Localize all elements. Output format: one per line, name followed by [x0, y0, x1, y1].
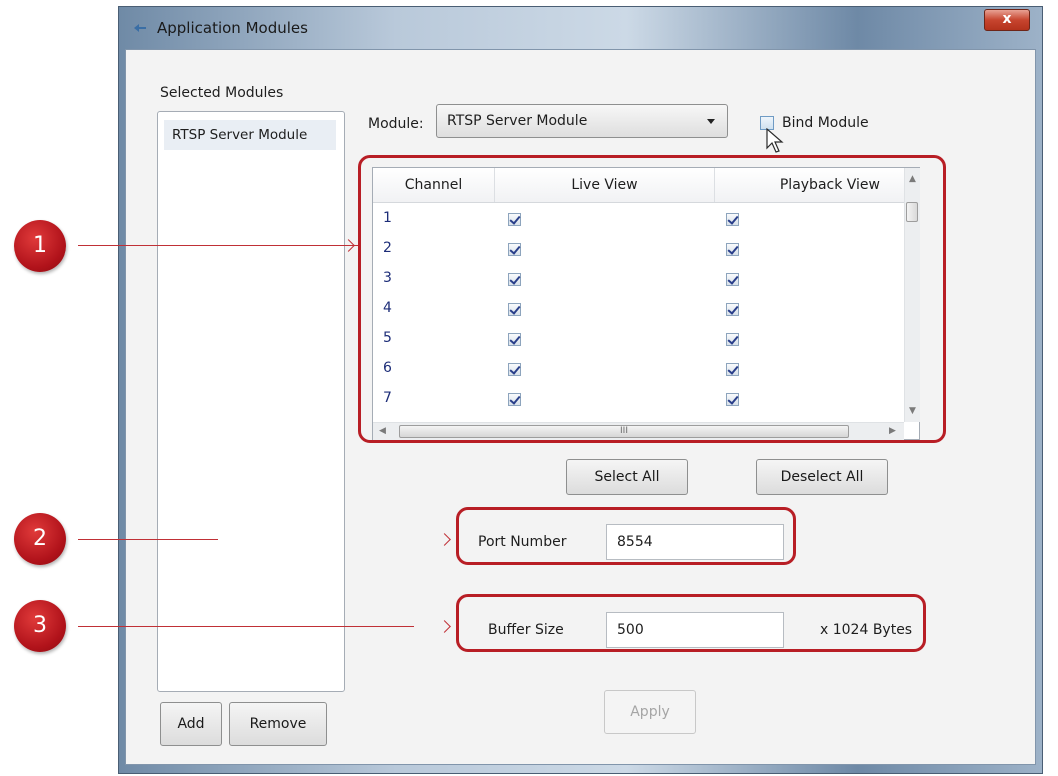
remove-button[interactable]: Remove — [229, 702, 327, 746]
selected-modules-list[interactable]: RTSP Server Module — [157, 111, 345, 692]
window-title: Application Modules — [157, 19, 308, 37]
chevron-down-icon — [707, 119, 715, 124]
module-dropdown-value: RTSP Server Module — [447, 113, 588, 129]
bind-module-label: Bind Module — [782, 115, 869, 131]
close-button[interactable]: x — [984, 9, 1030, 31]
add-button[interactable]: Add — [160, 702, 222, 746]
highlight-buffer-size — [456, 594, 926, 652]
apply-button[interactable]: Apply — [604, 690, 696, 734]
highlight-port-number — [456, 507, 796, 565]
module-dropdown[interactable]: RTSP Server Module — [436, 104, 728, 138]
leader-line-3 — [78, 626, 414, 627]
mouse-cursor-icon — [766, 128, 784, 153]
title-bar[interactable]: Application Modules x — [119, 7, 1042, 49]
leader-line-2 — [78, 539, 218, 540]
list-item[interactable]: RTSP Server Module — [164, 120, 336, 150]
callout-badge-2: 2 — [14, 513, 66, 565]
select-all-button[interactable]: Select All — [566, 459, 688, 495]
close-icon: x — [1002, 11, 1012, 27]
callout-badge-1: 1 — [14, 220, 66, 272]
selected-modules-label: Selected Modules — [160, 85, 284, 101]
callout-badge-3: 3 — [14, 600, 66, 652]
leader-line-1 — [78, 245, 358, 246]
module-label: Module: — [368, 116, 424, 132]
app-icon — [134, 24, 146, 32]
deselect-all-button[interactable]: Deselect All — [756, 459, 888, 495]
highlight-channel-grid — [358, 155, 946, 443]
